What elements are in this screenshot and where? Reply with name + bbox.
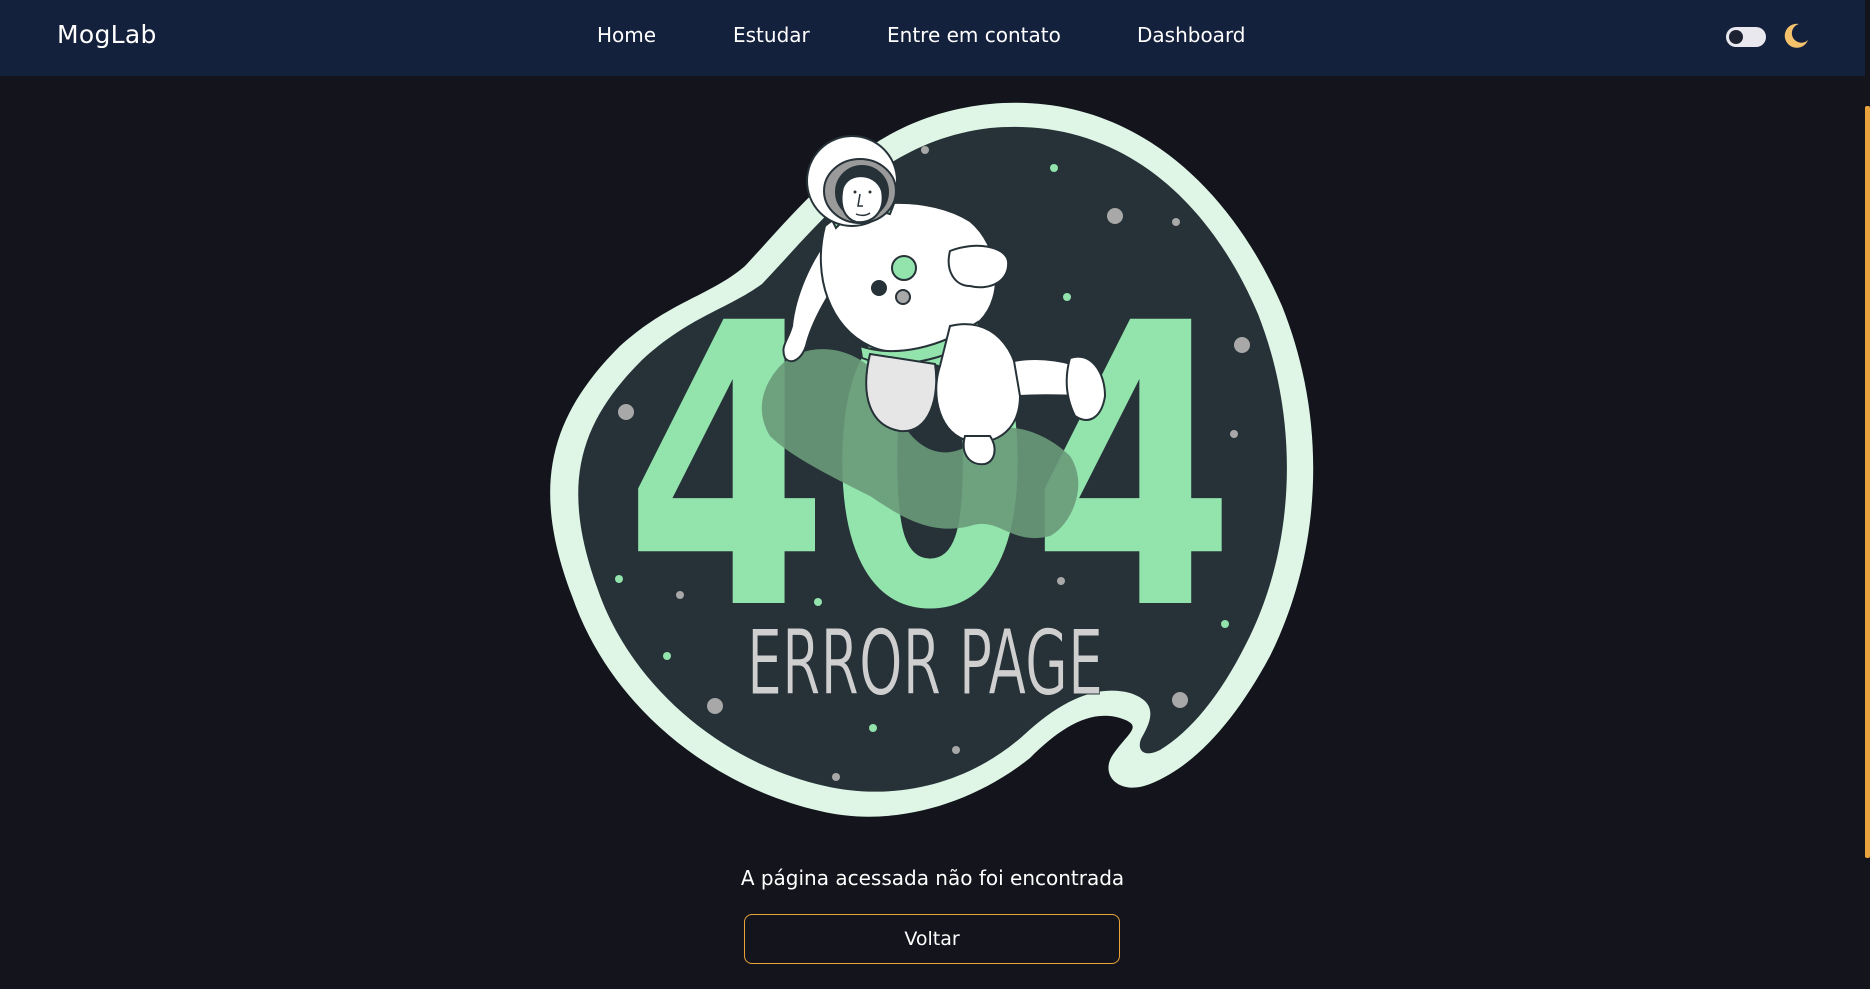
- back-button[interactable]: Voltar: [744, 914, 1120, 964]
- theme-toggle[interactable]: [1726, 27, 1766, 47]
- toggle-knob: [1729, 30, 1743, 44]
- error-caption: ERROR PAGE: [747, 611, 1103, 716]
- nav-dashboard[interactable]: Dashboard: [1137, 23, 1246, 47]
- error-404-illustration: 404 ERROR PAGE: [550, 102, 1314, 817]
- not-found-message: A página acessada não foi encontrada: [740, 866, 1125, 890]
- nav-estudar[interactable]: Estudar: [733, 23, 810, 47]
- nav-links: Home Estudar Entre em contato Dashboard: [0, 0, 1865, 76]
- navbar: MogLab Home Estudar Entre em contato Das…: [0, 0, 1865, 76]
- nav-contato[interactable]: Entre em contato: [887, 23, 1061, 47]
- moon-icon: [1784, 23, 1808, 48]
- nav-home[interactable]: Home: [597, 23, 656, 47]
- scrollbar-thumb[interactable]: [1865, 106, 1870, 858]
